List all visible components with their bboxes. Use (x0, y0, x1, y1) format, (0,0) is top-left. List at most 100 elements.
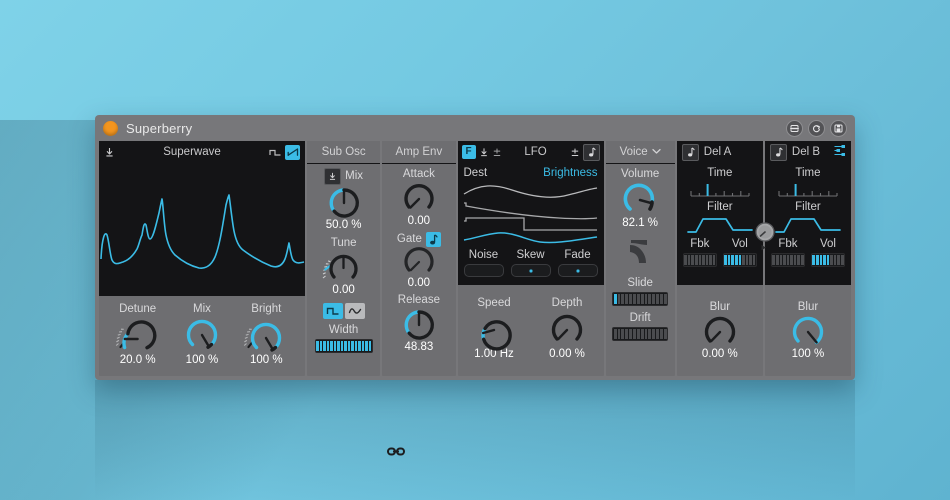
titlebar-buttons (786, 119, 847, 137)
voice-panel: Voice Volume 82.1 % Slide Drift (605, 141, 675, 376)
amp-env-title: Amp Env (395, 146, 443, 158)
delay-b-blur-knob[interactable] (788, 314, 828, 348)
amp-env-header[interactable]: Amp Env (382, 141, 456, 164)
lfo-skew-slider[interactable] (510, 264, 551, 277)
lfo-depth-knob[interactable] (547, 311, 587, 347)
glide-curve-icon[interactable] (625, 236, 655, 273)
attack-label: Attack (402, 168, 435, 180)
osc-mix-knob[interactable] (184, 317, 220, 353)
refresh-icon[interactable] (808, 119, 825, 137)
delay-a-display: Time Filter Fbk Vol (676, 163, 763, 285)
oscillator-name[interactable]: Superwave (119, 146, 265, 158)
chevron-down-icon[interactable] (652, 146, 661, 158)
delay-b-blur-value: 100 % (791, 347, 825, 360)
detune-label: Detune (119, 303, 157, 315)
lfo-depth-group: Depth 0.00 % (547, 297, 587, 361)
routing-link-icon[interactable] (833, 144, 846, 160)
delay-b-vol-label: Vol (819, 238, 836, 250)
delay-b-header: Del B (764, 141, 851, 163)
osc-mix-knob-group: Mix 100 % (184, 303, 220, 367)
background-shadow-lower (95, 380, 855, 500)
lfo-skew-group: Skew (510, 249, 551, 277)
drift-slider[interactable] (612, 327, 669, 341)
gate-label: Gate (396, 233, 422, 245)
lfo-fade-group: Fade (557, 249, 598, 277)
delay-balance-knob[interactable] (752, 220, 778, 257)
oscillator-knob-row: Detune 20.0 % Mix 100 % Bright 100 % (99, 296, 305, 376)
volume-value: 82.1 % (622, 217, 659, 229)
volume-knob[interactable] (620, 181, 660, 217)
saw-wave-icon[interactable] (285, 144, 300, 160)
lfo-dest-value[interactable]: Brightness (543, 167, 597, 179)
sub-width-label: Width (328, 324, 359, 336)
delay-b-time-scale[interactable] (777, 182, 839, 200)
note-icon[interactable] (769, 143, 787, 161)
oscillator-panel: Superwave Detune 20.0 % Mix 100 % Bright… (99, 141, 305, 376)
square-wave-icon[interactable] (322, 303, 343, 319)
sub-tune-label: Tune (330, 237, 357, 249)
modulation-icon[interactable] (104, 147, 115, 158)
oscillator-waveform-display[interactable] (99, 163, 305, 296)
volume-label: Volume (620, 168, 660, 180)
modulation-icon[interactable] (479, 147, 489, 158)
drift-label: Drift (629, 312, 651, 324)
detune-value: 20.0 % (119, 354, 156, 366)
lfo-speed-knob[interactable] (474, 311, 514, 351)
delay-a-fbk-slider[interactable] (682, 253, 717, 267)
sub-wave-buttons (322, 303, 365, 319)
save-preset-icon[interactable] (786, 119, 803, 137)
lfo-speed-group: Speed 1.00 Hz (474, 297, 514, 361)
delay-a-fbk-label: Fbk (690, 238, 710, 250)
bipolar-icon[interactable] (570, 147, 580, 158)
sub-mix-value: 50.0 % (325, 219, 362, 231)
delay-b-vol-group: Vol (810, 238, 845, 267)
sub-osc-panel: Sub Osc Mix 50.0 % Tune 0.00 Width (307, 141, 381, 376)
delay-a-fbk-group: Fbk (682, 238, 717, 267)
note-icon[interactable] (681, 143, 699, 161)
sub-mix-label: Mix (345, 170, 364, 182)
delay-a-time-scale[interactable] (689, 182, 751, 200)
device-power-led[interactable] (103, 120, 118, 136)
delay-a-panel: Del A Time Filter Fbk Vol Blur 0.00 % (676, 141, 763, 376)
note-icon[interactable] (425, 232, 441, 247)
sub-osc-header[interactable]: Sub Osc (307, 141, 381, 164)
detune-knob[interactable] (115, 317, 161, 353)
lfo-filter-target-button[interactable]: F (461, 145, 476, 159)
sub-tune-knob[interactable] (320, 250, 368, 284)
square-wave-icon[interactable] (269, 147, 282, 158)
delay-b-vol-slider[interactable] (810, 253, 845, 267)
bright-knob[interactable] (243, 317, 289, 353)
superberry-device-window: Superberry Superwave Detune 20.0 % Mix 1… (95, 115, 855, 456)
sub-tune-value: 0.00 (332, 284, 355, 296)
sub-mix-modulation-icon[interactable] (324, 168, 342, 185)
slide-label: Slide (627, 277, 653, 289)
lfo-noise-group: Noise (463, 249, 504, 277)
delay-b-filter-label: Filter (795, 201, 821, 213)
sub-mix-knob[interactable] (325, 185, 363, 219)
delay-a-blur-value: 0.00 % (701, 347, 738, 360)
bandpass-filter-icon[interactable] (774, 215, 842, 235)
lfo-noise-slider[interactable] (463, 264, 504, 277)
sub-width-slider[interactable] (314, 339, 373, 353)
bandpass-filter-icon[interactable] (686, 215, 754, 235)
bright-knob-group: Bright 100 % (243, 303, 289, 367)
delay-a-time-label: Time (707, 167, 733, 179)
slide-slider[interactable] (612, 292, 669, 306)
lfo-speed-label: Speed (477, 296, 511, 309)
lfo-fade-slider[interactable] (557, 264, 598, 277)
release-knob[interactable] (400, 307, 438, 341)
osc-sub-link-icon[interactable] (387, 445, 405, 463)
delay-b-time-label: Time (795, 167, 821, 179)
note-icon[interactable] (582, 143, 600, 161)
bipolar-icon[interactable] (492, 147, 502, 158)
gate-knob[interactable] (400, 247, 438, 277)
delay-a-blur-knob[interactable] (700, 314, 740, 348)
voice-title: Voice (619, 146, 648, 158)
attack-knob[interactable] (400, 181, 438, 215)
voice-header[interactable]: Voice (605, 141, 675, 164)
delay-a-filter-label: Filter (707, 201, 733, 213)
disk-icon[interactable] (830, 119, 847, 137)
lfo-depth-value: 0.00 % (549, 347, 585, 360)
sine-wave-icon[interactable] (344, 303, 365, 319)
lfo-display: Dest Brightness Noise Skew Fade (457, 163, 604, 285)
